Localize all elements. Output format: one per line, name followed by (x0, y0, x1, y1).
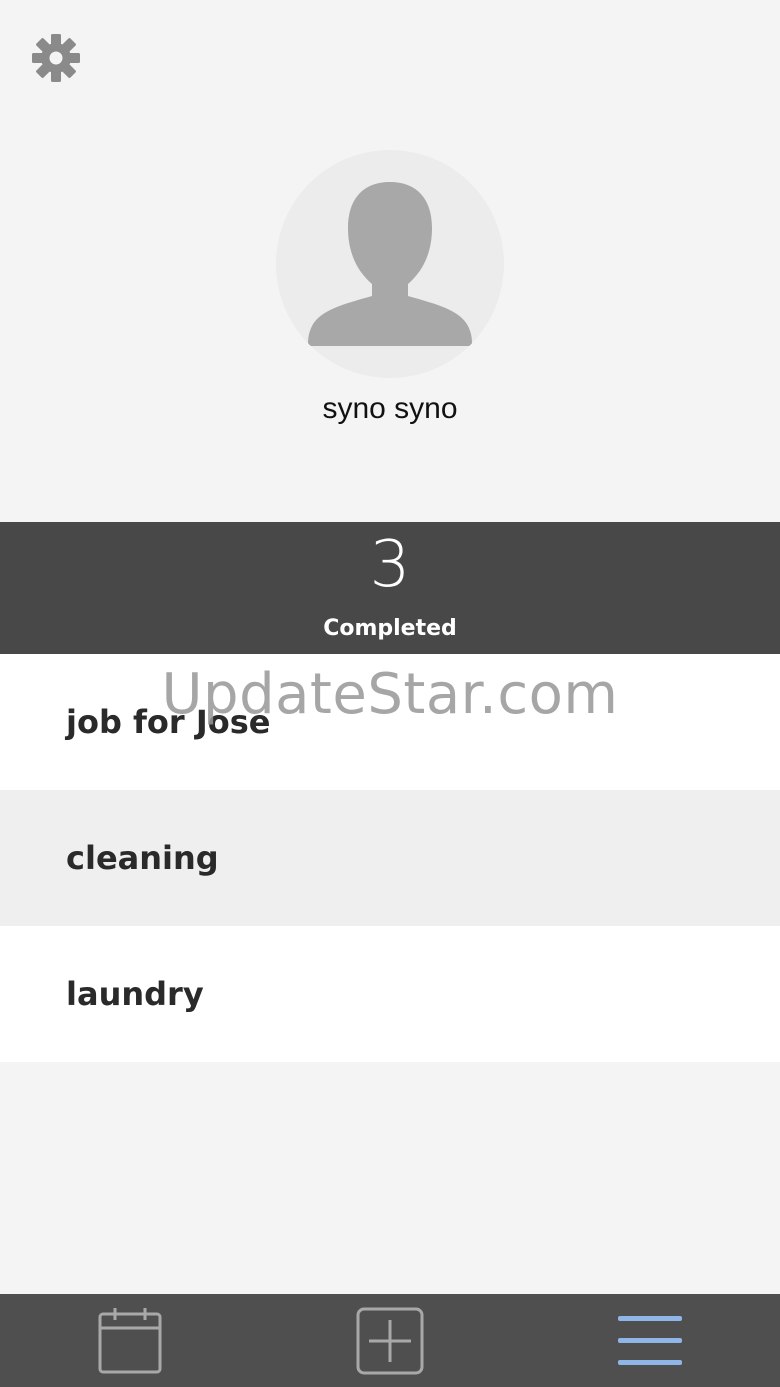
completed-count: 3 (369, 528, 411, 602)
menu-icon (618, 1316, 682, 1365)
tab-calendar[interactable] (95, 1306, 165, 1376)
avatar[interactable] (276, 150, 504, 378)
add-icon (356, 1307, 424, 1375)
task-row[interactable]: laundry (0, 926, 780, 1062)
task-row[interactable]: cleaning (0, 790, 780, 926)
completed-label: Completed (323, 616, 457, 641)
tab-bar (0, 1294, 780, 1387)
completed-summary: 3 Completed (0, 522, 780, 654)
task-title: job for Jose (66, 703, 271, 741)
profile-name: syno syno (322, 392, 458, 425)
calendar-icon (98, 1308, 162, 1374)
task-title: cleaning (66, 839, 219, 877)
task-row[interactable]: job for Jose (0, 654, 780, 790)
user-avatar-icon (308, 182, 472, 346)
tab-add[interactable] (355, 1306, 425, 1376)
settings-button[interactable] (30, 32, 82, 84)
task-list: job for Jose cleaning laundry (0, 654, 780, 1062)
tab-menu[interactable] (615, 1306, 685, 1376)
task-title: laundry (66, 975, 204, 1013)
gear-icon (32, 34, 80, 82)
